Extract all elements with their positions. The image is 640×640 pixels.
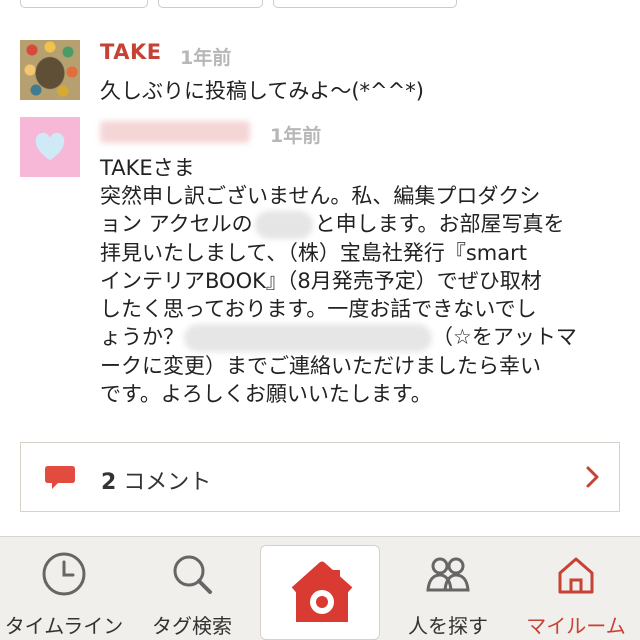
page-root: TAKE 1年前 久しぶりに投稿してみよ〜(*^^*) 1年前 TAKEさま 突… <box>0 0 640 640</box>
comment-time: 1年前 <box>270 125 322 147</box>
search-icon <box>173 555 212 594</box>
comment-line: 拝見いたしまして、（株）宝島社発行『smart <box>100 241 527 265</box>
tab-label: マイルーム <box>526 614 626 638</box>
comment-time: 1年前 <box>180 47 232 69</box>
comment-bubble-icon <box>45 466 75 489</box>
comment-take: TAKE 1年前 久しぶりに投稿してみよ〜(*^^*) <box>20 40 620 110</box>
comment-count-row[interactable]: 2 コメント <box>20 442 620 512</box>
tab-home-camera[interactable] <box>260 545 380 640</box>
comment-line-with-email: ょうか？ （☆をアットマ <box>100 323 620 352</box>
comment-body: TAKEさま 突然申し訳ございません。私、編集プロダクシ ョン アクセルの と申し… <box>100 154 620 408</box>
tab-label: タイムライン <box>4 614 124 638</box>
comment-body: 久しぶりに投稿してみよ〜(*^^*) <box>100 79 424 103</box>
comment-line: です。よろしくお願いいたします。 <box>100 382 432 406</box>
top-chip-1[interactable] <box>20 0 148 8</box>
comment-line: TAKEさま <box>100 156 195 180</box>
comment-count-label: 2 コメント <box>101 470 212 495</box>
heart-icon <box>35 132 65 161</box>
tab-timeline[interactable]: タイムライン <box>0 537 128 640</box>
top-chip-3[interactable] <box>273 0 457 8</box>
top-chip-2[interactable] <box>158 0 263 8</box>
tab-tag-search[interactable]: タグ検索 <box>128 537 256 640</box>
comment-editor: 1年前 TAKEさま 突然申し訳ございません。私、編集プロダクシ ョン アクセル… <box>20 117 620 417</box>
tab-label: タグ検索 <box>152 614 232 638</box>
home-camera-icon <box>291 561 353 622</box>
comment-author[interactable]: TAKE <box>100 40 162 64</box>
comment-line: インテリアBOOK』（8月発売予定）でぜひ取材 <box>100 269 542 293</box>
comment-line: したく思っております。一度お話できないでし <box>100 297 537 321</box>
avatar-editor[interactable] <box>20 117 80 177</box>
people-icon <box>426 557 470 592</box>
top-chip-row <box>20 0 457 8</box>
comment-line-with-redaction: ョン アクセルの と申します。お部屋写真を <box>100 210 620 239</box>
avatar-take[interactable] <box>20 40 80 100</box>
tab-find-people[interactable]: 人を探す <box>384 537 512 640</box>
comment-author-redacted[interactable] <box>100 119 250 143</box>
chevron-right-icon <box>586 466 599 488</box>
tab-label: 人を探す <box>408 614 488 638</box>
clock-icon <box>42 552 86 596</box>
house-icon <box>558 557 594 594</box>
comment-line: ークに変更）までご連絡いただけましたら幸い <box>100 354 541 378</box>
bottom-tab-bar: タイムライン タグ検索 人を探す マイルーム <box>0 536 640 640</box>
tab-my-room[interactable]: マイルーム <box>512 537 640 640</box>
redacted-email <box>184 324 432 352</box>
comment-line: 突然申し訳ございません。私、編集プロダクシ <box>100 184 541 208</box>
